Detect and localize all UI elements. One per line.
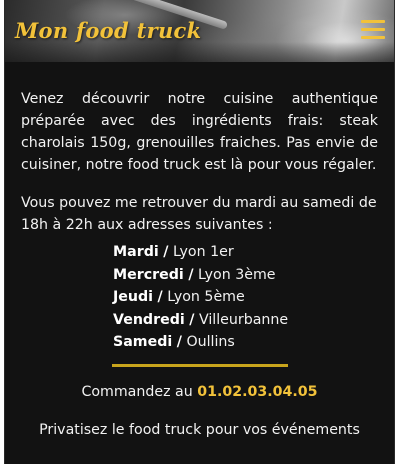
brand-title[interactable]: Mon food truck [15,18,201,43]
app-frame: Mon food truck Venez découvrir notre cui… [4,0,395,464]
schedule-location: Lyon 5ème [167,289,245,305]
schedule-location: Lyon 3ème [198,266,276,283]
order-label: Commandez au [81,383,193,400]
schedule-separator: / [176,334,182,350]
schedule-location: Oullins [186,334,235,350]
schedule-item: Mardi / Lyon 1er [113,241,378,264]
schedule-item: Mercredi / Lyon 3ème [113,264,378,287]
hamburger-menu-icon[interactable] [361,20,385,40]
order-line: Commandez au 01.02.03.04.05 [21,381,378,403]
schedule-day: Vendredi [113,311,185,328]
schedule-day: Mardi [113,244,159,260]
main-content: Venez découvrir notre cuisine authentiqu… [5,62,394,441]
schedule-separator: / [163,244,169,260]
availability-text: Vous pouvez me retrouver du mardi au sam… [21,195,377,233]
intro-text: Venez découvrir notre cuisine authentiqu… [21,91,378,173]
schedule-location: Lyon 1er [172,244,234,260]
schedule-item: Vendredi / Villeurbanne [113,309,378,332]
schedule-separator: / [157,289,163,305]
schedule-list: Mardi / Lyon 1er Mercredi / Lyon 3ème Je… [21,241,378,354]
order-phone-link[interactable]: 01.02.03.04.05 [197,384,317,400]
header-banner: Mon food truck [5,0,394,62]
schedule-item: Jeudi / Lyon 5ème [113,286,378,309]
schedule-separator: / [189,311,195,328]
menu-bar-3 [361,36,385,39]
menu-bar-2 [361,28,385,31]
schedule-day: Mercredi [113,266,184,283]
private-event-link[interactable]: Privatisez le food truck pour vos événem… [21,419,378,441]
schedule-separator: / [188,266,194,283]
menu-bar-1 [361,20,385,23]
schedule-day: Samedi [113,334,173,350]
schedule-item: Samedi / Oullins [113,331,378,354]
schedule-day: Jeudi [113,289,154,305]
section-divider [111,363,288,367]
schedule-location: Villeurbanne [198,311,289,328]
